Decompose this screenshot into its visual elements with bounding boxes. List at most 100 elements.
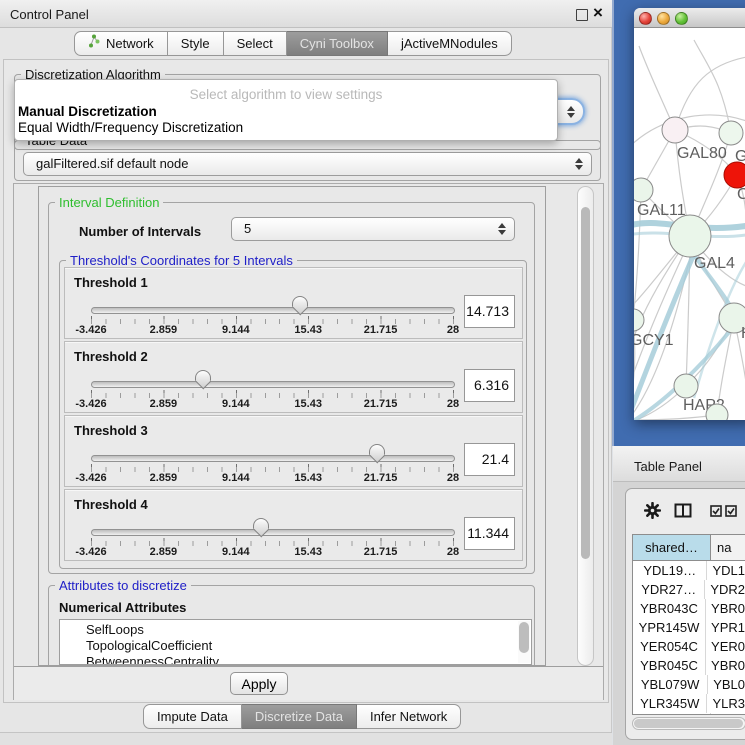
node-label: H <box>741 325 745 342</box>
tab-infer-network[interactable]: Infer Network <box>357 704 461 729</box>
zoom-traffic-light[interactable] <box>675 12 688 25</box>
slider-thumb[interactable] <box>195 370 211 391</box>
column-header-name[interactable]: na <box>711 535 745 560</box>
threshold-value-field[interactable]: 6.316 <box>464 369 515 402</box>
attribute-list-item[interactable]: BetweennessCentrality <box>60 654 531 665</box>
cell-shared-name[interactable]: YIL052C <box>633 713 711 715</box>
slider-thumb[interactable] <box>369 444 385 465</box>
network-node-red-node[interactable] <box>724 162 745 188</box>
cell-name[interactable]: YBR0 <box>706 656 745 675</box>
checkbox-icon[interactable] <box>710 505 722 520</box>
table-row[interactable]: YBR045CYBR0 <box>633 656 745 675</box>
attribute-list-item[interactable]: SelfLoops <box>60 622 531 638</box>
vertical-scrollbar[interactable] <box>577 186 594 666</box>
cell-name[interactable]: YBR0 <box>706 599 745 618</box>
network-node-hap2[interactable] <box>674 374 698 398</box>
list-scrollbar-thumb[interactable] <box>519 622 529 653</box>
tick-label: 21.715 <box>364 546 398 558</box>
table-data-select[interactable]: galFiltered.sif default node <box>23 152 592 176</box>
slider-thumb[interactable] <box>292 296 308 317</box>
cell-name[interactable]: YBL0 <box>708 675 745 694</box>
table-row[interactable]: YIL052CYIL0 <box>633 713 745 715</box>
cell-shared-name[interactable]: YLR345W <box>633 694 707 713</box>
column-header-shared-name[interactable]: shared… <box>633 535 711 560</box>
table-row[interactable]: YBL079WYBL0 <box>633 675 745 694</box>
cell-shared-name[interactable]: YDR27… <box>633 580 705 599</box>
tab-discretize-data[interactable]: Discretize Data <box>242 704 357 729</box>
table-row[interactable]: YBR043CYBR0 <box>633 599 745 618</box>
apply-button[interactable]: Apply <box>230 672 288 695</box>
list-scrollbar[interactable] <box>518 621 530 663</box>
tab-style[interactable]: Style <box>168 31 224 56</box>
cell-name[interactable]: YDL1 <box>707 561 745 580</box>
table-panel-body: shared… na YDL19…YDL1YDR27…YDR2YBR043CYB… <box>613 482 745 745</box>
horizontal-scrollbar[interactable] <box>632 717 745 730</box>
tab-label: Style <box>181 36 210 51</box>
close-traffic-light[interactable] <box>639 12 652 25</box>
tab-label: Infer Network <box>370 709 447 724</box>
close-icon[interactable]: × <box>593 4 603 21</box>
table-panel-toolbar-area: shared… na YDL19…YDL1YDR27…YDR2YBR043CYB… <box>625 488 745 740</box>
network-node-gal4[interactable] <box>669 215 711 257</box>
cell-name[interactable]: YPR1 <box>706 618 745 637</box>
slider-track[interactable] <box>91 381 455 388</box>
table-row[interactable]: YPR145WYPR1 <box>633 618 745 637</box>
network-node-top-right[interactable] <box>719 121 743 145</box>
stepper-arrows-icon <box>575 158 583 170</box>
cell-shared-name[interactable]: YER054C <box>633 637 706 656</box>
float-window-icon[interactable] <box>576 9 588 21</box>
tab-select[interactable]: Select <box>224 31 287 56</box>
slider-tick-labels: -3.4262.8599.14415.4321.71528 <box>91 398 453 412</box>
cell-shared-name[interactable]: YBL079W <box>633 675 708 694</box>
network-node-gcy1[interactable] <box>634 309 644 331</box>
tick-label: 15.43 <box>294 546 322 558</box>
tab-label: Select <box>237 36 273 51</box>
cell-name[interactable]: YER0 <box>706 637 745 656</box>
table-row[interactable]: YDR27…YDR2 <box>633 580 745 599</box>
network-canvas[interactable]: GAL80GACGAL11GAL4GCY1HHAP2 <box>634 28 745 420</box>
slider-thumb[interactable] <box>253 518 269 539</box>
attribute-list-item[interactable]: TopologicalCoefficient <box>60 638 531 654</box>
dropdown-option-manual-discretization[interactable]: Manual Discretization <box>18 104 157 119</box>
dropdown-option-equal-width-frequency[interactable]: Equal Width/Frequency Discretization <box>18 120 243 135</box>
cell-name[interactable]: YIL0 <box>711 713 745 715</box>
horizontal-scrollbar-thumb[interactable] <box>634 719 743 728</box>
cell-name[interactable]: YDR2 <box>705 580 745 599</box>
table-row[interactable]: YLR345WYLR3 <box>633 694 745 713</box>
tab-network[interactable]: Network <box>74 31 168 56</box>
number-of-intervals-value: 5 <box>244 221 251 236</box>
cell-shared-name[interactable]: YBR045C <box>633 656 706 675</box>
tick-label: 2.859 <box>150 398 178 410</box>
network-node-gal11[interactable] <box>634 178 653 202</box>
tab-impute-data[interactable]: Impute Data <box>143 704 242 729</box>
cell-shared-name[interactable]: YPR145W <box>633 618 706 637</box>
checkbox-icon[interactable] <box>725 505 737 520</box>
slider-tick-labels: -3.4262.8599.14415.4321.71528 <box>91 546 453 560</box>
network-window-titlebar[interactable] <box>634 8 745 28</box>
threshold-value-field[interactable]: 14.713 <box>464 295 515 328</box>
number-of-intervals-select[interactable]: 5 <box>231 217 515 241</box>
cyni-bottom-tabs: Impute Data Discretize Data Infer Networ… <box>143 704 461 728</box>
slider-track[interactable] <box>91 529 455 536</box>
threshold-4-block: Threshold 4 -3.4262.8599.14415.4321.7152… <box>64 489 523 561</box>
slider-track[interactable] <box>91 307 455 314</box>
table-row[interactable]: YDL19…YDL1 <box>633 561 745 580</box>
cell-shared-name[interactable]: YBR043C <box>633 599 706 618</box>
vertical-scrollbar-thumb[interactable] <box>581 207 590 559</box>
tick-label: 28 <box>447 398 459 410</box>
tab-label: jActiveMNodules <box>401 36 498 51</box>
table-row[interactable]: YER054CYER0 <box>633 637 745 656</box>
tab-cyni-toolbox[interactable]: Cyni Toolbox <box>287 31 388 56</box>
slider-track[interactable] <box>91 455 455 462</box>
tab-jactivemnodules[interactable]: jActiveMNodules <box>388 31 512 56</box>
tick-label: 15.43 <box>294 324 322 336</box>
cell-name[interactable]: YLR3 <box>707 694 745 713</box>
numerical-attributes-list[interactable]: SelfLoopsTopologicalCoefficientBetweenne… <box>59 619 532 665</box>
minimize-traffic-light[interactable] <box>657 12 670 25</box>
gear-icon[interactable] <box>644 502 661 522</box>
network-node-gal80[interactable] <box>662 117 688 143</box>
split-columns-icon[interactable] <box>674 503 692 521</box>
threshold-value-field[interactable]: 11.344 <box>464 517 515 550</box>
cell-shared-name[interactable]: YDL19… <box>633 561 707 580</box>
threshold-value-field[interactable]: 21.4 <box>464 443 515 476</box>
